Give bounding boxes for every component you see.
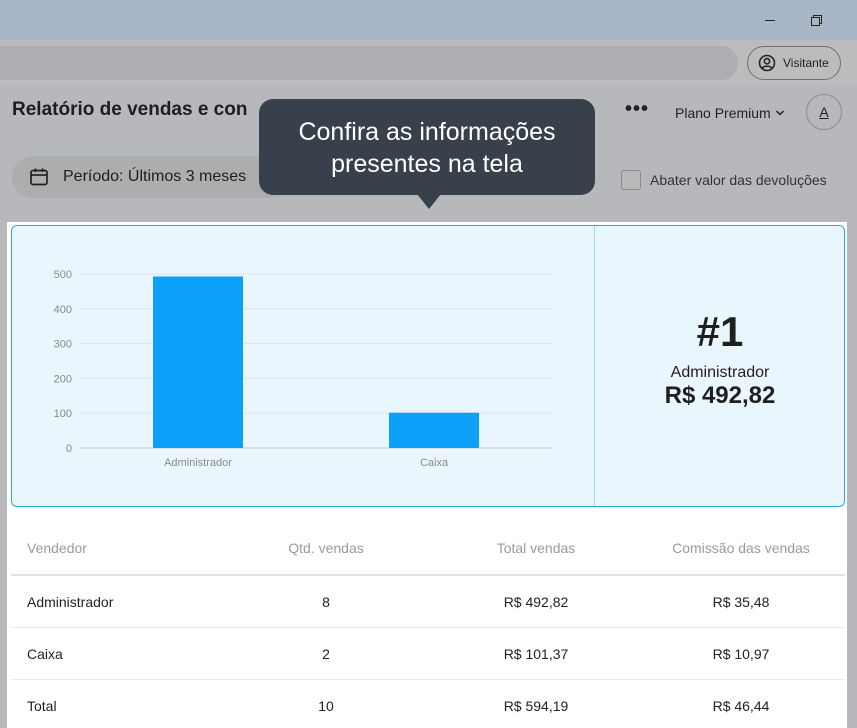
y-tick-label: 400 [54, 304, 72, 316]
x-tick-label: Caixa [420, 457, 449, 469]
sales-table: Vendedor Qtd. vendas Total vendas Comiss… [11, 522, 845, 728]
tooltip-line-2: presentes na tela [331, 150, 523, 178]
table-total-row: Total 10 R$ 594,19 R$ 46,44 [11, 680, 845, 728]
cell-seller: Administrador [27, 593, 114, 610]
cell-qty: 10 [318, 698, 334, 714]
deduct-returns-label: Abater valor das devoluções [650, 172, 827, 188]
header-seller[interactable]: Vendedor [27, 540, 87, 556]
y-tick-label: 300 [54, 339, 72, 351]
x-tick-label: Administrador [164, 457, 232, 469]
restore-button[interactable] [802, 8, 830, 32]
bar-administrador [153, 276, 243, 448]
cell-commission: R$ 35,48 [712, 593, 770, 610]
minimize-button[interactable] [756, 8, 784, 32]
table-row: Administrador 8 R$ 492,82 R$ 35,48 [11, 576, 845, 628]
guest-label: Visitante [783, 56, 829, 70]
plan-label: Plano Premium [675, 105, 771, 121]
onboarding-tooltip: Confira as informações presentes na tela [259, 99, 595, 195]
period-filter-button[interactable]: Período: Últimos 3 meses [12, 156, 292, 198]
cell-commission: R$ 10,97 [712, 645, 770, 662]
cell-qty: 8 [322, 593, 330, 610]
cell-total: R$ 492,82 [503, 593, 569, 610]
restore-icon [810, 14, 822, 26]
y-tick-label: 500 [54, 269, 72, 281]
user-avatar[interactable]: A [806, 94, 842, 130]
table-row: Caixa 2 R$ 101,37 R$ 10,97 [11, 628, 845, 680]
minimize-icon [765, 19, 775, 21]
window-title-bar [0, 0, 857, 40]
cell-commission: R$ 46,44 [712, 698, 770, 714]
y-tick-label: 100 [54, 408, 72, 420]
sales-bar-chart: 0 100 200 300 400 500 Administrador Caixa [54, 269, 552, 469]
browser-toolbar: Visitante [0, 40, 857, 86]
cell-seller: Caixa [27, 645, 63, 662]
calendar-icon [30, 168, 48, 186]
highlighted-report-area: 0 100 200 300 400 500 Administrador Caixa #1 Ad… [7, 222, 847, 728]
page-title: Relatório de vendas e con [12, 99, 248, 120]
address-bar[interactable] [0, 46, 738, 80]
user-circle-icon [758, 54, 776, 72]
header-commission[interactable]: Comissão das vendas [661, 540, 821, 556]
header-qty[interactable]: Qtd. vendas [281, 540, 371, 556]
cell-seller: Total [27, 698, 57, 714]
chevron-down-icon [775, 110, 784, 116]
tooltip-line-1: Confira as informações [298, 118, 556, 146]
more-options-button[interactable]: ••• [625, 98, 649, 121]
table-header: Vendedor Qtd. vendas Total vendas Comiss… [11, 522, 845, 576]
cell-qty: 2 [322, 645, 330, 662]
y-tick-label: 0 [66, 443, 72, 455]
cell-total: R$ 101,37 [503, 645, 569, 662]
top-seller-panel: #1 Administrador R$ 492,82 [595, 308, 845, 410]
guest-profile-button[interactable]: Visitante [747, 46, 841, 80]
top-seller-value: R$ 492,82 [664, 382, 776, 409]
top-seller-name: Administrador [670, 364, 770, 381]
period-label: Período: Últimos 3 meses [63, 168, 247, 185]
plan-dropdown[interactable]: Plano Premium [675, 105, 785, 121]
tooltip-arrow [417, 194, 441, 209]
sales-chart-card: 0 100 200 300 400 500 Administrador Caixa #1 Ad… [11, 225, 845, 507]
y-tick-label: 200 [54, 373, 72, 385]
cell-total: R$ 594,19 [503, 698, 569, 714]
top-seller-rank: #1 [696, 308, 744, 355]
deduct-returns-option[interactable]: Abater valor das devoluções [621, 170, 827, 190]
bar-caixa [389, 412, 479, 448]
header-total[interactable]: Total vendas [481, 540, 591, 556]
deduct-returns-checkbox[interactable] [621, 170, 641, 190]
